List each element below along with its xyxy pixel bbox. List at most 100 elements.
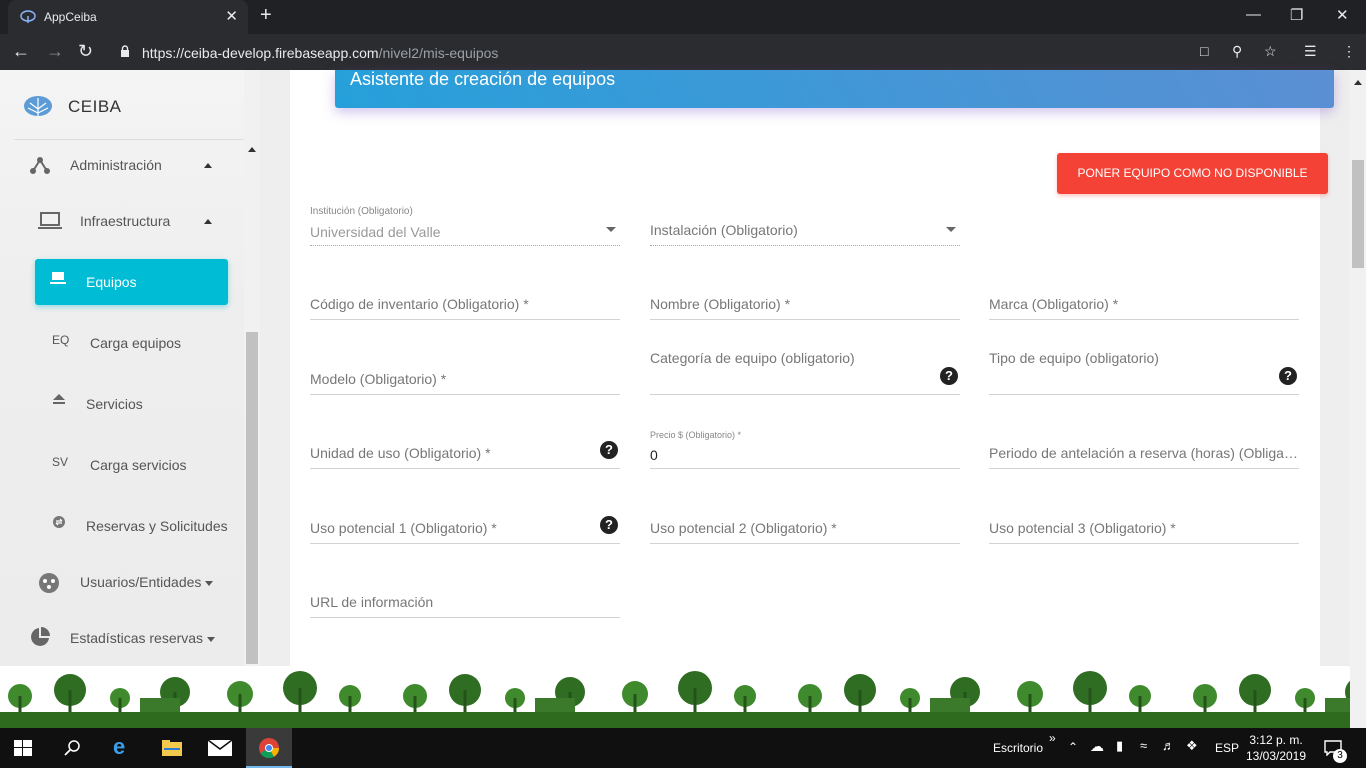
lock-icon bbox=[121, 45, 129, 57]
scroll-up-icon[interactable] bbox=[1354, 80, 1362, 85]
windows-taskbar: e Escritorio » ⌃ ☁ ▮ ≈ ♬ ❖ ESP 3:12 p. m… bbox=[0, 728, 1366, 768]
tree-trunk bbox=[1088, 688, 1092, 712]
onedrive-icon[interactable]: ☁ bbox=[1090, 738, 1104, 755]
sidebar-item-equipos[interactable]: Equipos bbox=[35, 259, 228, 305]
uso-potencial-2-field[interactable]: Uso potencial 2 (Obligatorio) * bbox=[650, 504, 960, 544]
caret-down-icon bbox=[207, 636, 216, 642]
file-explorer-icon[interactable] bbox=[162, 740, 182, 756]
sidebar-item-label: Estadísticas reservas bbox=[70, 630, 204, 646]
sidebar-scrollbar-thumb[interactable] bbox=[246, 332, 258, 664]
house-silhouette bbox=[140, 698, 180, 712]
precio-field[interactable]: Precio $ (Obligatorio) * 0 bbox=[650, 429, 960, 469]
tab-title: AppCeiba bbox=[44, 10, 97, 24]
sidebar-item-servicios[interactable]: Servicios bbox=[50, 390, 220, 414]
uso-potencial-1-field[interactable]: Uso potencial 1 (Obligatorio) * bbox=[310, 504, 620, 544]
categoria-field[interactable]: Categoría de equipo (obligatorio) bbox=[650, 350, 960, 395]
tree-trunk bbox=[1203, 696, 1207, 712]
tree-trunk bbox=[1028, 694, 1032, 712]
eq-abbr-icon: EQ bbox=[52, 333, 70, 347]
key-icon[interactable]: ⚲ bbox=[1232, 43, 1242, 60]
tree-trunk bbox=[238, 694, 242, 712]
sidebar: CEIBA Administración Infraestructura Equ… bbox=[0, 70, 260, 666]
laptop-icon bbox=[50, 272, 66, 284]
new-tab-button[interactable]: + bbox=[260, 4, 272, 27]
mail-icon[interactable] bbox=[208, 740, 232, 756]
sidebar-item-usuarios[interactable]: Usuarios/Entidades bbox=[38, 569, 228, 593]
sidebar-scrollbar[interactable] bbox=[244, 70, 260, 666]
unidad-help-icon[interactable]: ? bbox=[600, 441, 618, 459]
close-window-icon[interactable]: ✕ bbox=[1336, 6, 1349, 24]
page-scrollbar[interactable] bbox=[1350, 70, 1366, 728]
battery-icon[interactable]: ▮ bbox=[1116, 738, 1123, 754]
extension-icon[interactable]: ☰ bbox=[1304, 43, 1317, 60]
tipo-help-icon[interactable]: ? bbox=[1279, 367, 1297, 385]
browser-toolbar: ← → ↻ https://ceiba-develop.firebaseapp.… bbox=[0, 34, 1366, 70]
minimize-icon[interactable]: — bbox=[1246, 6, 1261, 23]
clock-time: 3:12 p. m. bbox=[1249, 733, 1303, 747]
sidebar-item-carga-servicios[interactable]: SV Carga servicios bbox=[50, 451, 220, 475]
reload-icon[interactable]: ↻ bbox=[78, 42, 93, 60]
institucion-value: Universidad del Valle bbox=[310, 224, 441, 240]
sidebar-item-label: Reservas y Solicitudes bbox=[86, 518, 228, 534]
search-icon[interactable] bbox=[64, 739, 82, 757]
sidebar-item-carga-equipos[interactable]: EQ Carga equipos bbox=[50, 329, 220, 353]
codigo-inventario-field[interactable]: Código de inventario (Obligatorio) * bbox=[310, 280, 620, 320]
marca-placeholder: Marca (Obligatorio) * bbox=[989, 296, 1119, 312]
instalacion-select[interactable]: Instalación (Obligatorio) bbox=[650, 206, 960, 246]
categoria-help-icon[interactable]: ? bbox=[940, 367, 958, 385]
uso1-help-icon[interactable]: ? bbox=[600, 516, 618, 534]
house-silhouette bbox=[535, 698, 575, 712]
set-unavailable-button[interactable]: PONER EQUIPO COMO NO DISPONIBLE bbox=[1057, 153, 1328, 194]
url-path: /nivel2/mis-equipos bbox=[378, 45, 499, 61]
desktop-toolbar-label[interactable]: Escritorio bbox=[993, 741, 1043, 755]
windows-start-icon[interactable] bbox=[14, 740, 32, 756]
sidebar-item-label: Servicios bbox=[86, 396, 143, 412]
edge-icon[interactable]: e bbox=[113, 734, 125, 760]
sidebar-item-administracion[interactable]: Administración bbox=[30, 153, 220, 177]
sidebar-item-estadisticas[interactable]: Estadísticas reservas bbox=[30, 625, 230, 649]
scroll-up-icon[interactable] bbox=[248, 147, 256, 152]
dropdown-arrow-icon bbox=[946, 227, 956, 232]
translate-icon[interactable]: □ bbox=[1200, 43, 1208, 59]
menu-icon[interactable]: ⋮ bbox=[1342, 43, 1356, 60]
address-bar[interactable]: https://ceiba-develop.firebaseapp.com/ni… bbox=[106, 38, 1296, 66]
uso-potencial-3-field[interactable]: Uso potencial 3 (Obligatorio) * bbox=[989, 504, 1299, 544]
tree-trunk bbox=[693, 688, 697, 712]
show-hidden-icons-icon[interactable]: ⌃ bbox=[1068, 740, 1078, 754]
modelo-field[interactable]: Modelo (Obligatorio) * bbox=[310, 355, 620, 395]
forward-icon[interactable]: → bbox=[46, 42, 64, 60]
nombre-field[interactable]: Nombre (Obligatorio) * bbox=[650, 280, 960, 320]
tipo-field[interactable]: Tipo de equipo (obligatorio) bbox=[989, 350, 1299, 395]
browser-tab[interactable]: AppCeiba ✕ bbox=[8, 0, 248, 34]
url-informacion-field[interactable]: URL de información bbox=[310, 578, 620, 618]
sidebar-item-infraestructura[interactable]: Infraestructura bbox=[38, 209, 220, 233]
toolbar-chevron-icon[interactable]: » bbox=[1049, 731, 1056, 745]
modelo-placeholder: Modelo (Obligatorio) * bbox=[310, 371, 447, 387]
uso1-placeholder: Uso potencial 1 (Obligatorio) * bbox=[310, 520, 497, 536]
periodo-antelacion-field[interactable]: Periodo de antelación a reserva (horas) … bbox=[989, 429, 1299, 469]
page-scrollbar-thumb[interactable] bbox=[1352, 160, 1364, 268]
nombre-placeholder: Nombre (Obligatorio) * bbox=[650, 296, 791, 312]
tree-trunk bbox=[808, 696, 812, 712]
uso2-placeholder: Uso potencial 2 (Obligatorio) * bbox=[650, 520, 837, 536]
institucion-select[interactable]: Institución (Obligatorio) Universidad de… bbox=[310, 206, 620, 246]
dropdown-arrow-icon bbox=[606, 227, 616, 232]
restore-icon[interactable]: ❐ bbox=[1290, 6, 1303, 24]
sidebar-item-label: Carga servicios bbox=[90, 457, 187, 473]
sidebar-item-reservas[interactable]: Reservas y Solicitudes bbox=[50, 512, 240, 536]
taskbar-chrome[interactable] bbox=[246, 728, 292, 768]
sidebar-item-label: Administración bbox=[70, 157, 162, 173]
footer-landscape-illustration bbox=[0, 666, 1350, 728]
marca-field[interactable]: Marca (Obligatorio) * bbox=[989, 280, 1299, 320]
clock[interactable]: 3:12 p. m. 13/03/2019 bbox=[1236, 732, 1316, 764]
caret-up-icon bbox=[204, 219, 212, 224]
dropbox-icon[interactable]: ❖ bbox=[1186, 738, 1198, 754]
volume-icon[interactable]: ♬ bbox=[1162, 738, 1175, 753]
browser-tab-bar: AppCeiba ✕ + — ❐ ✕ bbox=[0, 0, 1366, 34]
tab-close-icon[interactable]: ✕ bbox=[225, 7, 238, 25]
tree-trunk bbox=[18, 696, 22, 712]
star-icon[interactable]: ☆ bbox=[1264, 43, 1277, 60]
back-icon[interactable]: ← bbox=[12, 42, 30, 60]
wifi-icon[interactable]: ≈ bbox=[1140, 738, 1147, 753]
unidad-uso-field[interactable]: Unidad de uso (Obligatorio) * bbox=[310, 429, 620, 469]
